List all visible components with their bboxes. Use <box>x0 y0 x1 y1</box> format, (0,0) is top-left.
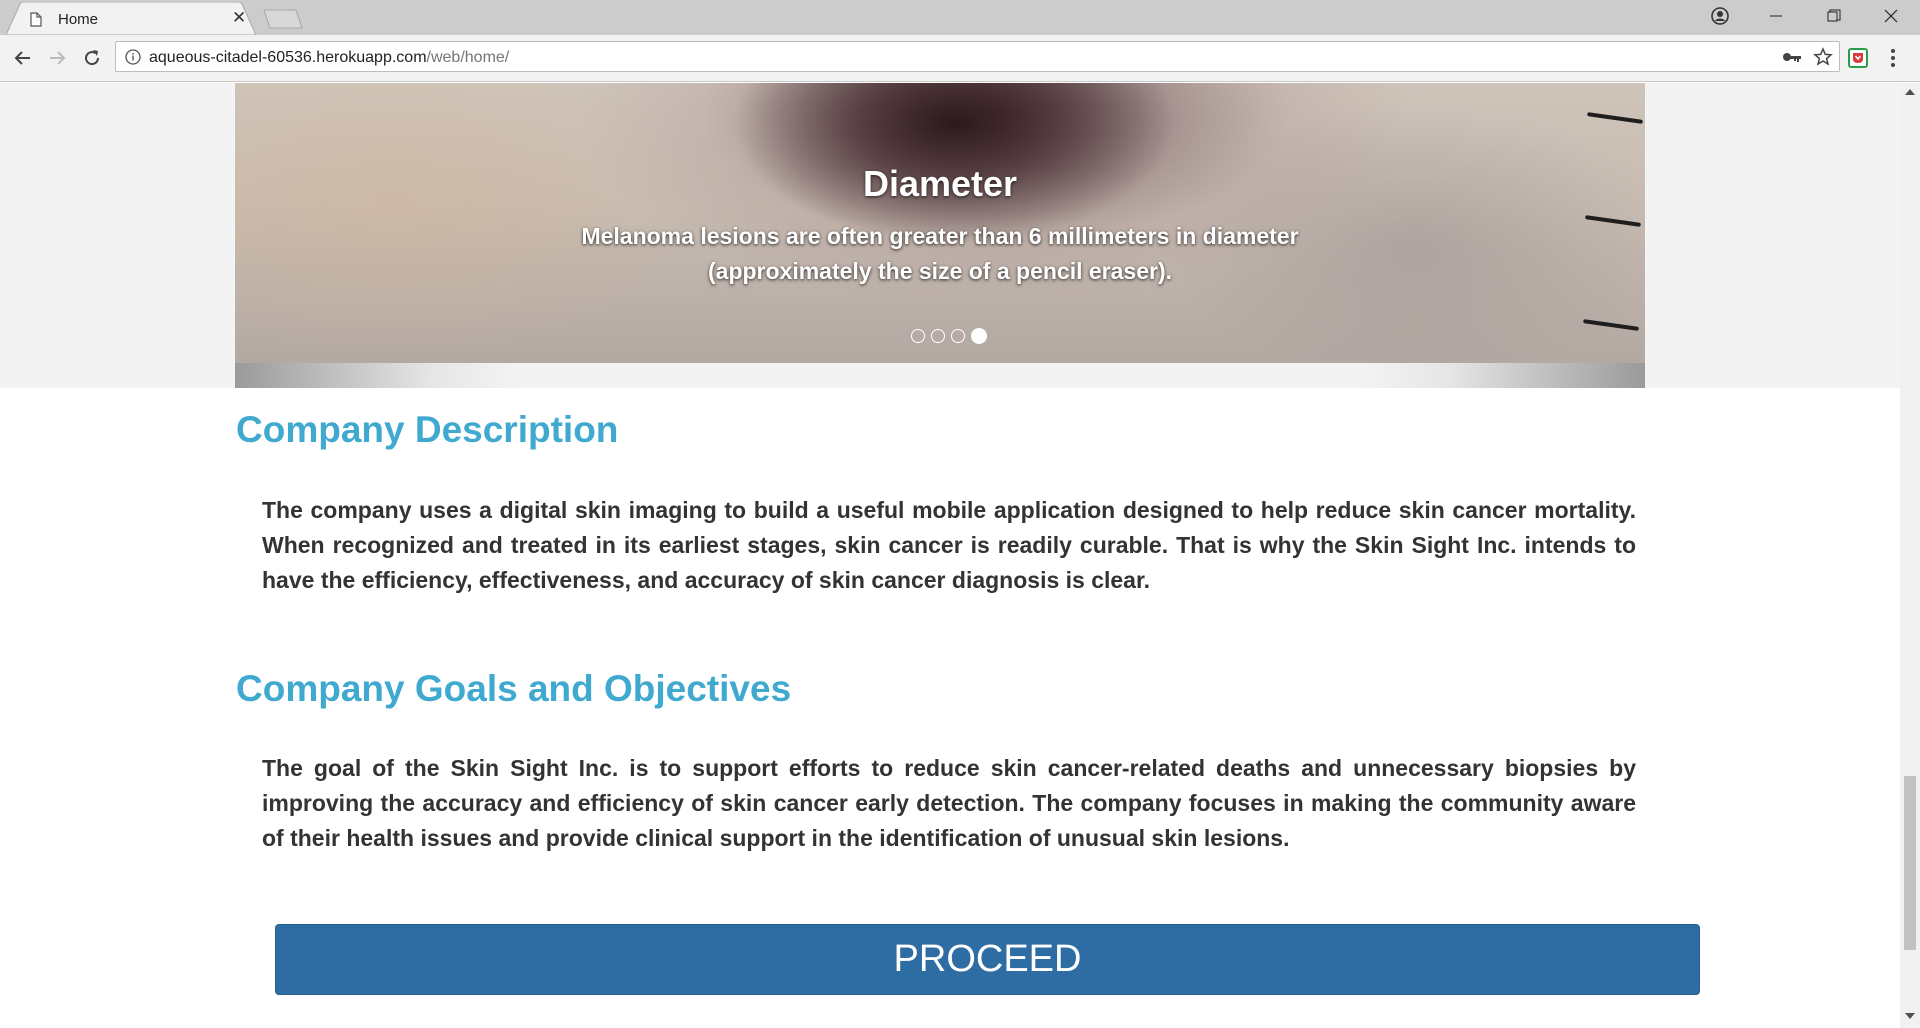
proceed-button[interactable]: PROCEED <box>275 924 1700 995</box>
browser-toolbar: aqueous-citadel-60536.herokuapp.com/web/… <box>0 35 1920 82</box>
arrow-right-icon <box>50 51 66 65</box>
close-window-button[interactable] <box>1867 0 1915 32</box>
scroll-down-icon[interactable] <box>1905 1013 1915 1019</box>
back-button[interactable] <box>9 44 37 72</box>
close-icon <box>1884 9 1898 23</box>
scroll-up-icon[interactable] <box>1905 89 1915 95</box>
carousel-caption-title: Diameter <box>862 163 1018 204</box>
star-icon[interactable] <box>1813 47 1833 67</box>
scroll-thumb[interactable] <box>1904 776 1916 950</box>
carousel-indicator-2[interactable] <box>931 329 945 343</box>
extension-icon[interactable] <box>1848 48 1868 68</box>
company-description-title: Company Description <box>236 409 619 450</box>
carousel-indicator-3[interactable] <box>951 329 965 343</box>
reload-button[interactable] <box>78 44 106 72</box>
page-viewport: Diameter Melanoma lesions are often grea… <box>0 83 1900 1028</box>
account-icon[interactable] <box>1710 6 1730 26</box>
ruler-mark <box>1586 112 1644 124</box>
company-goals-text: The goal of the Skin Sight Inc. is to su… <box>262 755 1636 851</box>
tab-close-icon[interactable]: ✕ <box>232 9 246 27</box>
ruler-mark <box>1584 215 1642 227</box>
url-path: /web/home/ <box>426 49 510 66</box>
url-host: aqueous-citadel-60536.herokuapp.com <box>149 49 427 66</box>
browser-titlebar: Home ✕ <box>0 0 1920 35</box>
url-text: aqueous-citadel-60536.herokuapp.com/web/… <box>149 49 509 67</box>
carousel-caption-text: Melanoma lesions are often greater than … <box>581 223 1299 284</box>
scrollbar[interactable] <box>1900 83 1920 1028</box>
restore-button[interactable] <box>1810 0 1858 32</box>
info-icon[interactable] <box>125 49 141 65</box>
minimize-icon <box>1770 15 1782 17</box>
carousel-bottom-strip <box>235 363 1645 388</box>
ruler-mark <box>1582 319 1640 331</box>
new-tab-button[interactable] <box>262 8 304 30</box>
tab-shape <box>6 2 256 35</box>
company-goals-title: Company Goals and Objectives <box>236 668 792 709</box>
minimize-button[interactable] <box>1752 0 1800 32</box>
page-icon <box>30 12 42 27</box>
address-bar[interactable]: aqueous-citadel-60536.herokuapp.com/web/… <box>115 41 1840 72</box>
carousel[interactable]: Diameter Melanoma lesions are often grea… <box>235 83 1645 363</box>
arrow-left-icon <box>14 51 30 65</box>
carousel-indicator-1[interactable] <box>911 329 925 343</box>
tab-title: Home <box>58 11 99 28</box>
key-icon[interactable] <box>1782 49 1802 65</box>
browser-tab[interactable]: Home ✕ <box>6 2 256 35</box>
menu-icon[interactable] <box>1890 48 1896 68</box>
restore-icon <box>1827 9 1841 22</box>
carousel-indicators <box>911 328 987 344</box>
carousel-indicator-4[interactable] <box>971 328 987 344</box>
forward-button[interactable] <box>43 44 71 72</box>
reload-icon <box>85 50 100 66</box>
company-description-text: The company uses a digital skin imaging … <box>262 497 1636 593</box>
